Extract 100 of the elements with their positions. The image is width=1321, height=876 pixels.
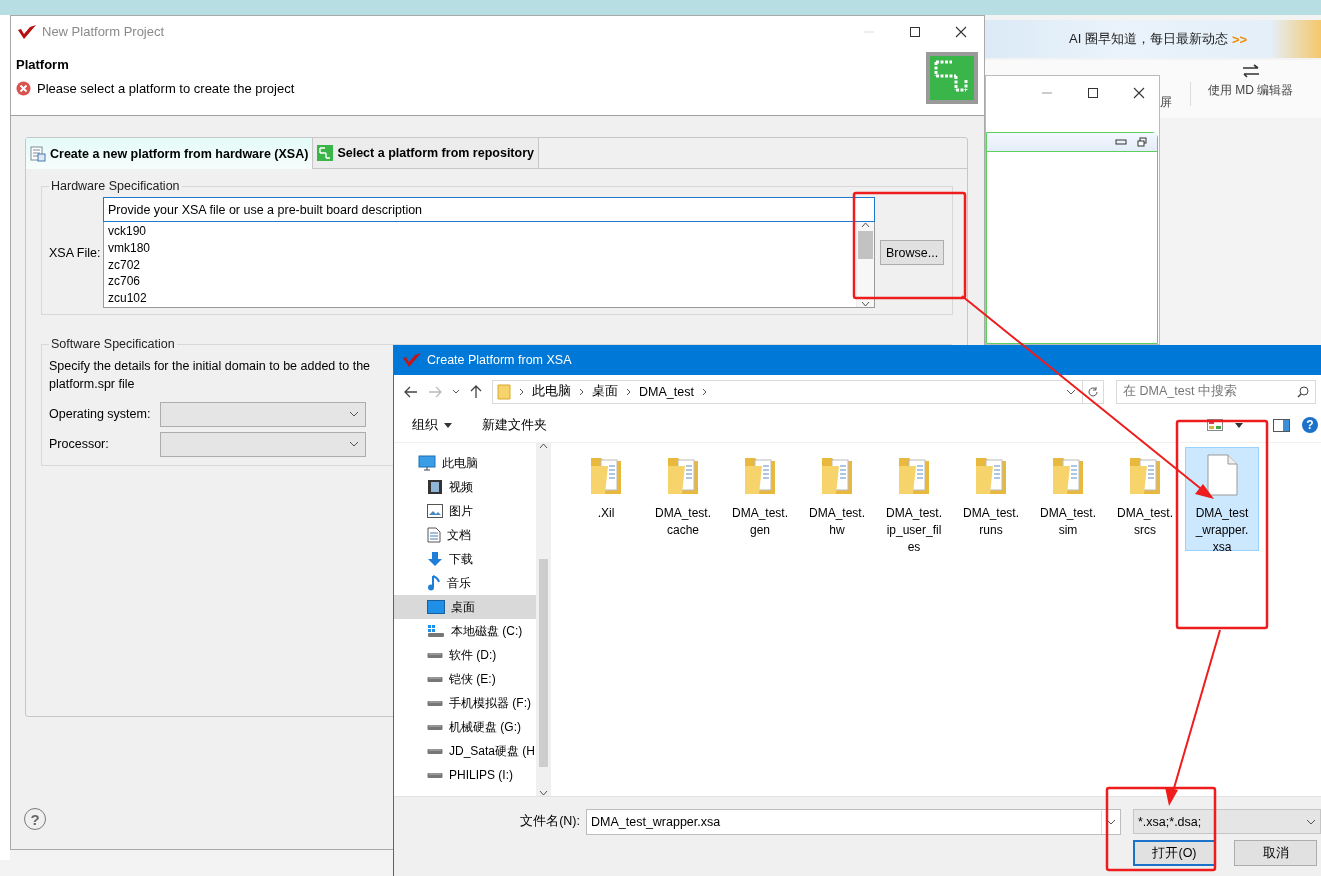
- file-item[interactable]: DMA_test.srcs: [1108, 447, 1182, 551]
- nav-item[interactable]: 手机模拟器 (F:): [394, 691, 536, 715]
- nav-item[interactable]: 此电脑: [394, 451, 536, 475]
- nav-item[interactable]: 机械硬盘 (G:): [394, 715, 536, 739]
- preview-pane-icon[interactable]: [1273, 418, 1290, 432]
- input-field[interactable]: Provide your XSA file or use a pre-built board description: [103, 197, 875, 222]
- field-label: 文件名(N):: [519, 813, 581, 830]
- address-bar[interactable]: 此电脑 桌面 DMA_test: [492, 379, 1104, 404]
- refresh-icon[interactable]: [1087, 385, 1099, 398]
- nav-item[interactable]: 铠侠 (E:): [394, 667, 536, 691]
- scroll-down-icon[interactable]: [861, 301, 870, 307]
- nav-item[interactable]: 视频: [394, 475, 536, 499]
- file-item[interactable]: DMA_test.cache: [646, 447, 720, 551]
- file-item[interactable]: .Xil: [569, 447, 643, 551]
- toolbar-label: 屏: [1160, 94, 1172, 111]
- maximize-icon[interactable]: [909, 25, 921, 38]
- breadcrumb[interactable]: 桌面: [592, 383, 618, 400]
- file-item[interactable]: DMA_test.sim: [1031, 447, 1105, 551]
- back-icon[interactable]: [404, 385, 418, 398]
- maximize-icon[interactable]: [1087, 87, 1099, 99]
- field-label: XSA File:: [49, 245, 102, 260]
- file-item[interactable]: DMA_test.runs: [954, 447, 1028, 551]
- drive-icon: [427, 747, 443, 755]
- file-type-dropdown[interactable]: *.xsa;*.dsa;: [1133, 809, 1321, 834]
- toolbar-button[interactable]: 新建文件夹: [482, 416, 547, 434]
- drive-icon: [427, 675, 443, 683]
- table-icon: [30, 145, 46, 162]
- nav-item[interactable]: 下载: [394, 547, 536, 571]
- breadcrumb[interactable]: DMA_test: [639, 384, 694, 399]
- nav-item[interactable]: 桌面: [394, 595, 536, 619]
- toolbar-button[interactable]: 使用 MD 编辑器: [1208, 64, 1294, 99]
- computer-icon: [418, 455, 436, 471]
- logo-icon: [403, 353, 421, 367]
- chevron-down-icon[interactable]: [452, 389, 460, 394]
- drive-icon: [427, 651, 443, 659]
- search-icon: [1297, 385, 1309, 398]
- chevron-down-icon[interactable]: [1066, 388, 1076, 395]
- description-text: Specify the details for the initial domain to be added to the platform.spr file: [49, 358, 372, 393]
- list-item[interactable]: zc706: [108, 273, 852, 291]
- breadcrumb[interactable]: 此电脑: [532, 383, 571, 400]
- chevron-down-icon: [1306, 818, 1316, 825]
- drive-icon: [427, 699, 443, 707]
- restore-icon[interactable]: [1137, 137, 1147, 147]
- list-item[interactable]: zcu102: [108, 290, 852, 307]
- close-icon[interactable]: [1133, 87, 1145, 99]
- window-title: New Platform Project: [42, 24, 165, 39]
- open-button[interactable]: 打开(O): [1133, 840, 1216, 866]
- scroll-up-icon[interactable]: [539, 443, 548, 449]
- nav-item[interactable]: 文档: [394, 523, 536, 547]
- scroll-down-icon[interactable]: [539, 790, 548, 796]
- list-item[interactable]: vmk180: [108, 239, 852, 257]
- nav-item[interactable]: 本地磁盘 (C:): [394, 619, 536, 643]
- browse-button[interactable]: Browse...: [880, 240, 945, 265]
- platform-icon: [317, 145, 334, 161]
- file-item[interactable]: DMA_test.ip_user_files: [877, 447, 951, 551]
- drive-icon: [427, 771, 443, 779]
- drive-icon: [427, 624, 445, 638]
- list-item[interactable]: zc702: [108, 256, 852, 274]
- up-icon[interactable]: [470, 384, 482, 399]
- close-icon[interactable]: [955, 25, 967, 38]
- nav-item[interactable]: JD_Sata硬盘 (H: [394, 739, 536, 763]
- folder-icon: [497, 383, 511, 400]
- caret-down-icon[interactable]: [1235, 422, 1243, 428]
- nav-item[interactable]: 音乐: [394, 571, 536, 595]
- chevron-right-icon: [701, 387, 707, 396]
- scroll-thumb[interactable]: [539, 559, 548, 767]
- nav-item[interactable]: 软件 (D:): [394, 643, 536, 667]
- window-title: Create Platform from XSA: [427, 353, 572, 367]
- platform-icon: [926, 52, 978, 104]
- file-item[interactable]: DMA_test_wrapper.xsa: [1185, 447, 1259, 551]
- logo-icon: [18, 24, 36, 39]
- nav-item[interactable]: 图片: [394, 499, 536, 523]
- page-title: Platform: [16, 57, 70, 72]
- cancel-button[interactable]: 取消: [1234, 840, 1317, 866]
- document-icon: [427, 527, 441, 543]
- filename-field[interactable]: DMA_test_wrapper.xsa: [586, 808, 1121, 835]
- tab[interactable]: Select a platform from repository: [313, 138, 539, 168]
- minimize-icon[interactable]: [1115, 138, 1127, 146]
- scroll-up-icon[interactable]: [861, 222, 870, 228]
- banner-text: AI 圈早知道，每日最新动态: [1069, 30, 1228, 48]
- banner-ad[interactable]: AI 圈早知道，每日最新动态 >>: [985, 20, 1321, 58]
- list-item[interactable]: vck190: [108, 223, 852, 240]
- chevron-right-icon: [626, 387, 631, 396]
- group-title: Software Specification: [50, 337, 176, 351]
- error-message: Please select a platform to create the project: [37, 81, 295, 96]
- help-button[interactable]: ?: [1302, 417, 1318, 433]
- picture-icon: [427, 504, 443, 518]
- file-icon: [1205, 454, 1239, 496]
- tab[interactable]: Create a new platform from hardware (XSA): [26, 138, 314, 169]
- nav-item[interactable]: PHILIPS (I:): [394, 763, 536, 787]
- file-item[interactable]: DMA_test.gen: [723, 447, 797, 551]
- view-icon[interactable]: [1207, 419, 1223, 431]
- scroll-thumb[interactable]: [858, 231, 873, 259]
- chevron-down-icon: [349, 441, 359, 447]
- search-field[interactable]: 在 DMA_test 中搜索: [1116, 379, 1316, 404]
- error-icon: [16, 81, 31, 96]
- swap-arrows-icon: [1241, 64, 1260, 78]
- file-item[interactable]: DMA_test.hw: [800, 447, 874, 551]
- toolbar-button[interactable]: 组织: [412, 416, 452, 434]
- field-label: Processor:: [49, 437, 110, 451]
